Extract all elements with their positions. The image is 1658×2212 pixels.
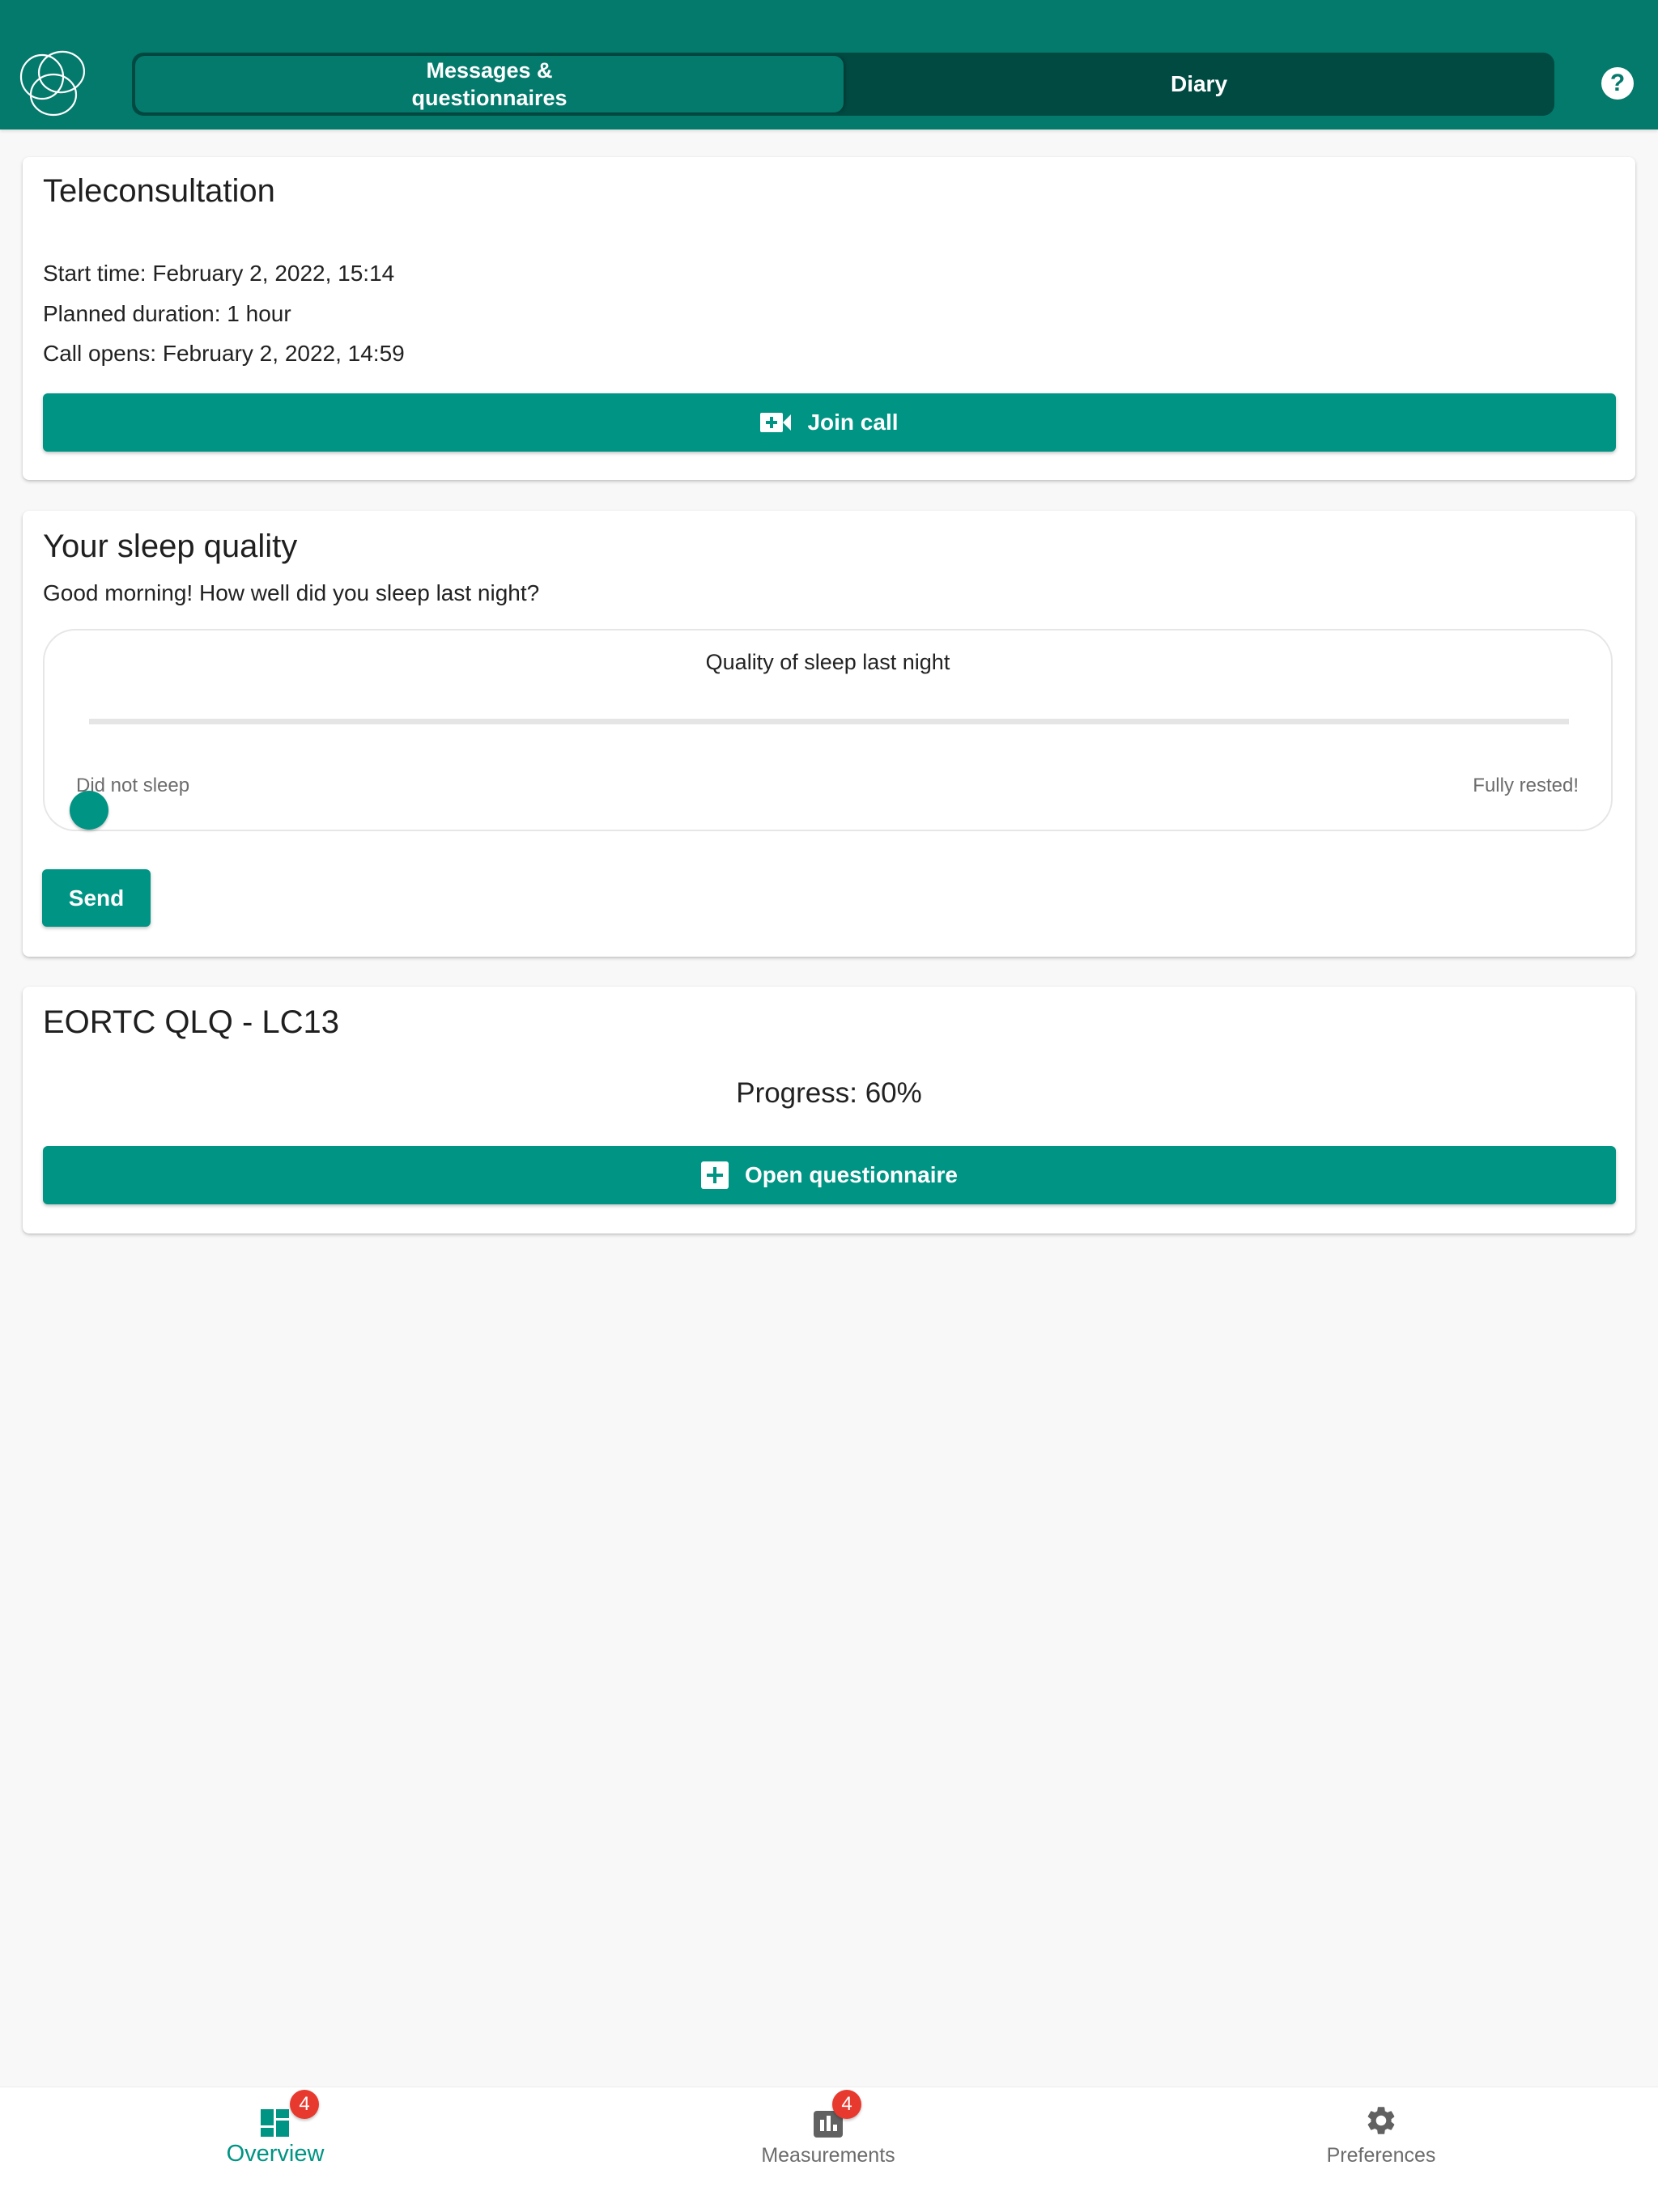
tab-label: Diary [1170, 71, 1228, 96]
card-title: Your sleep quality [43, 529, 298, 564]
card-title: Teleconsultation [43, 173, 275, 209]
slider-min-label: Did not sleep [76, 775, 190, 796]
join-call-button[interactable]: Join call [43, 393, 1616, 452]
card-title: EORTC QLQ - LC13 [43, 1004, 340, 1040]
nav-item-overview[interactable]: 4 Overview [154, 2087, 397, 2184]
tab-label: Messages & questionnaires [411, 58, 568, 110]
sleep-prompt: Good morning! How well did you sleep las… [43, 580, 540, 605]
planned-duration: Planned duration: 1 hour [43, 301, 291, 326]
tab-diary[interactable]: Diary [844, 53, 1554, 116]
segmented-tab-bar: Messages & questionnaires Diary [132, 53, 1554, 116]
tab-messages-questionnaires[interactable]: Messages & questionnaires [135, 56, 844, 113]
bottom-navigation: 4 Overview 4 Measurements Preferences [0, 2087, 1658, 2212]
start-time: Start time: February 2, 2022, 15:14 [43, 261, 395, 286]
nav-label: Measurements [761, 2144, 895, 2167]
app-logo-icon [19, 49, 87, 118]
nav-item-preferences[interactable]: Preferences [1260, 2087, 1503, 2184]
teleconsultation-card: Teleconsultation Start time: February 2,… [23, 157, 1635, 480]
nav-label: Overview [226, 2141, 325, 2167]
sleep-slider-container: Quality of sleep last night Did not slee… [43, 629, 1613, 831]
slider-max-label: Fully rested! [1473, 775, 1579, 796]
slider-track[interactable] [70, 719, 1569, 830]
sleep-quality-card: Your sleep quality Good morning! How wel… [23, 511, 1635, 957]
call-opens: Call opens: February 2, 2022, 14:59 [43, 341, 405, 366]
send-label: Send [68, 885, 125, 911]
plus-square-icon [701, 1161, 729, 1189]
notification-badge: 4 [290, 2090, 319, 2119]
dashboard-icon [258, 2104, 292, 2138]
app-header: Messages & questionnaires Diary ? [0, 0, 1658, 129]
slider-label: Quality of sleep last night [705, 650, 950, 674]
open-questionnaire-label: Open questionnaire [745, 1162, 958, 1187]
video-plus-icon [760, 412, 792, 433]
help-icon[interactable]: ? [1601, 67, 1634, 100]
nav-item-measurements[interactable]: 4 Measurements [707, 2087, 950, 2184]
notification-badge: 4 [832, 2090, 861, 2119]
open-questionnaire-button[interactable]: Open questionnaire [43, 1146, 1616, 1204]
nav-label: Preferences [1326, 2144, 1436, 2167]
join-call-label: Join call [807, 410, 899, 435]
send-button[interactable]: Send [42, 869, 151, 927]
progress-text: Progress: 60% [736, 1077, 922, 1109]
gear-icon [1364, 2104, 1398, 2138]
questionnaire-card: EORTC QLQ - LC13 Progress: 60% Open ques… [23, 987, 1635, 1233]
